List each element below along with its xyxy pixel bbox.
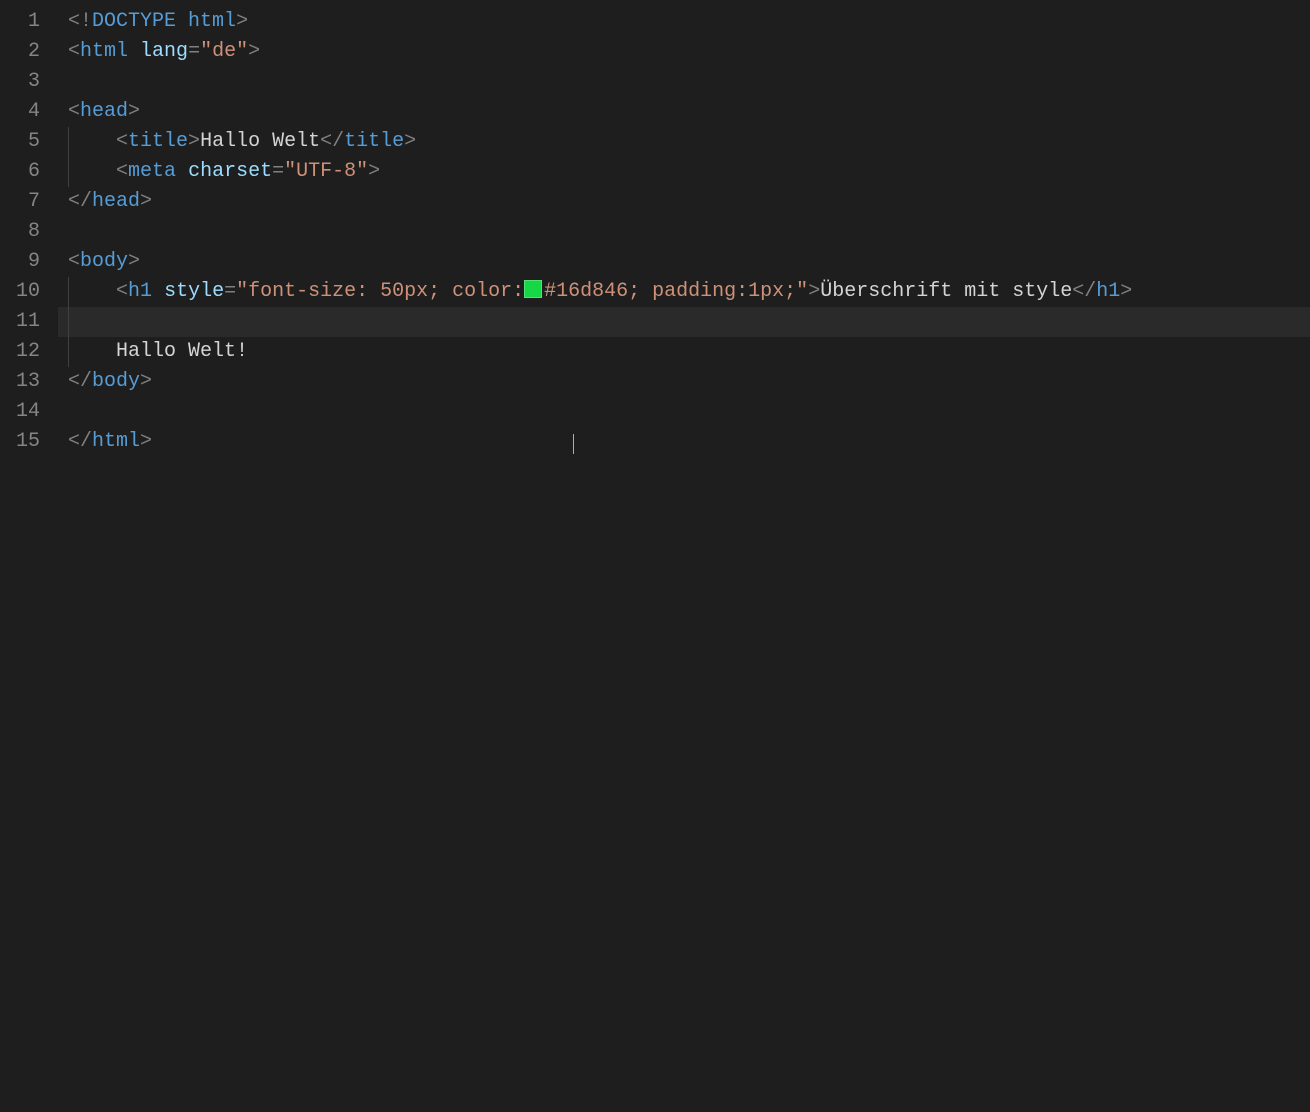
line-number: 2 [0,37,58,67]
code-line[interactable]: <head> [58,97,1310,127]
line-number: 3 [0,67,58,97]
code-area[interactable]: <!DOCTYPE html> <html lang="de"> <head> … [58,0,1310,1112]
code-line[interactable]: <meta charset="UTF-8"> [58,157,1310,187]
line-number: 5 [0,127,58,157]
line-number: 11 [0,307,58,337]
code-line[interactable]: <body> [58,247,1310,277]
code-line[interactable]: <title>Hallo Welt</title> [58,127,1310,157]
line-number: 12 [0,337,58,367]
code-line[interactable]: </body> [58,367,1310,397]
line-number: 7 [0,187,58,217]
code-line[interactable]: <h1 style="font-size: 50px; color:#16d84… [58,277,1310,307]
code-line[interactable] [58,307,1310,337]
line-number: 13 [0,367,58,397]
line-number: 15 [0,427,58,457]
line-number: 9 [0,247,58,277]
code-line[interactable]: </head> [58,187,1310,217]
text-cursor [573,434,574,454]
line-number: 1 [0,7,58,37]
code-line[interactable] [58,397,1310,427]
code-line[interactable] [58,217,1310,247]
line-number: 14 [0,397,58,427]
line-number: 6 [0,157,58,187]
code-line[interactable]: </html> [58,427,1310,457]
color-swatch-icon[interactable] [524,280,542,298]
code-line[interactable]: <!DOCTYPE html> [58,7,1310,37]
code-line[interactable]: Hallo Welt! [58,337,1310,367]
line-number: 4 [0,97,58,127]
code-editor[interactable]: 1 2 3 4 5 6 7 8 9 10 11 12 13 14 15 <!DO… [0,0,1310,1112]
line-number: 10 [0,277,58,307]
code-line[interactable] [58,67,1310,97]
line-number-gutter: 1 2 3 4 5 6 7 8 9 10 11 12 13 14 15 [0,0,58,1112]
code-line[interactable]: <html lang="de"> [58,37,1310,67]
line-number: 8 [0,217,58,247]
